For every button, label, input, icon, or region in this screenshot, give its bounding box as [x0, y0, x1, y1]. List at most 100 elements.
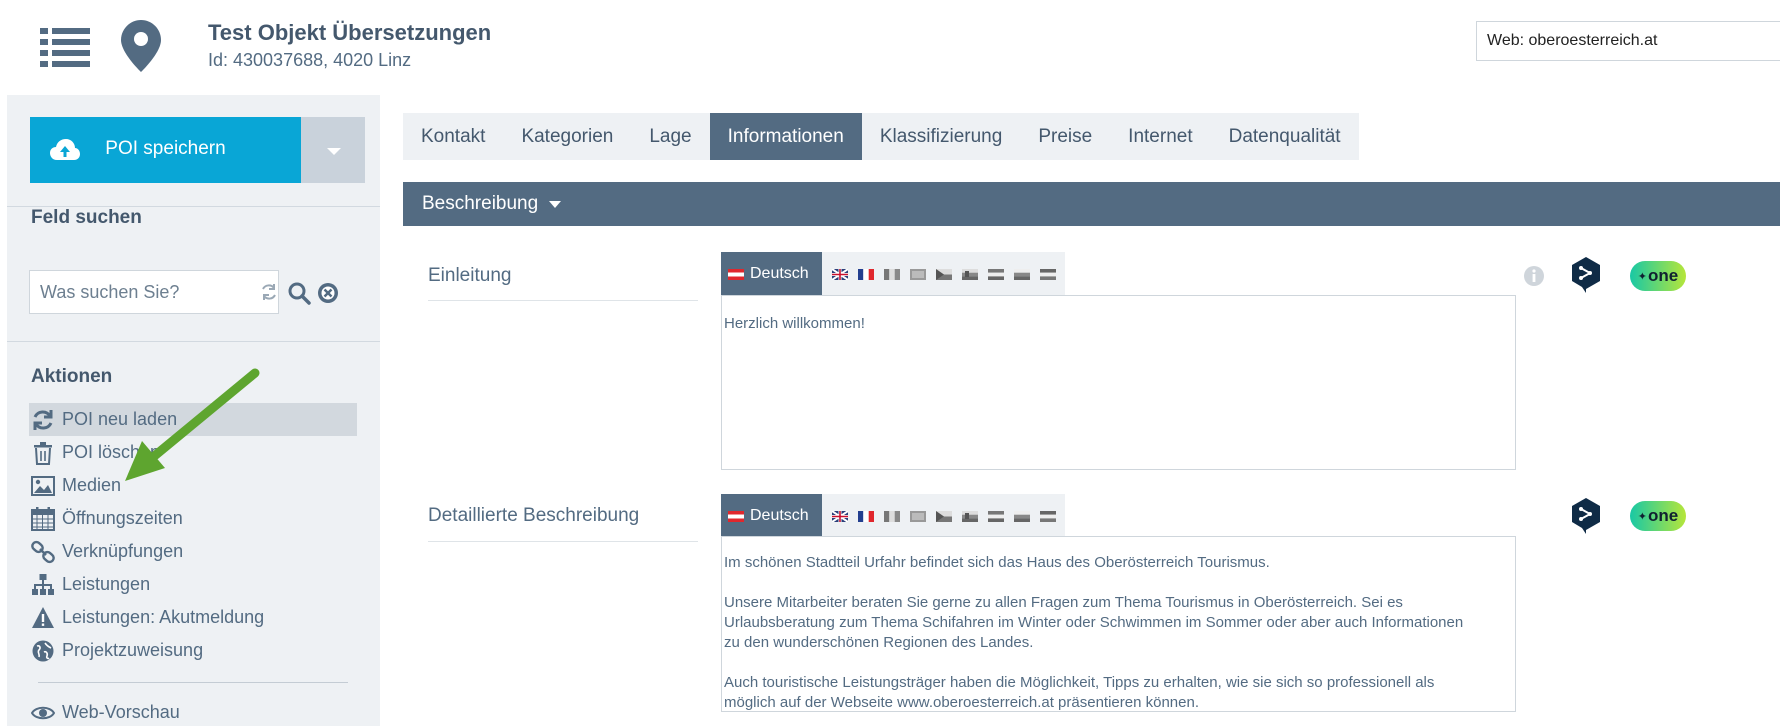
tab-kategorien[interactable]: Kategorien [503, 113, 631, 160]
action-links[interactable]: Verknüpfungen [29, 535, 357, 568]
web-select[interactable]: Web: oberoesterreich.at [1476, 21, 1780, 61]
one-ai-button[interactable]: ✦ one [1630, 501, 1686, 531]
action-label: Medien [62, 475, 122, 495]
croatia-flag-icon[interactable] [1040, 268, 1056, 280]
eye-icon [31, 706, 55, 719]
tab-internet[interactable]: Internet [1110, 113, 1210, 160]
divider [428, 300, 698, 301]
sidebar: POI speichern Feld suchen Aktionen PO [7, 95, 380, 726]
text-paragraph: Unsere Mitarbeiter beraten Sie gerne zu … [724, 594, 1464, 651]
action-label: Leistungen [62, 574, 151, 594]
croatia-flag-icon[interactable] [1040, 510, 1056, 522]
slovenia-flag-icon[interactable] [1014, 268, 1030, 280]
tab-preise[interactable]: Preise [1020, 113, 1110, 160]
action-reload-poi[interactable]: POI neu laden [29, 403, 357, 436]
tab-informationen[interactable]: Informationen [709, 113, 862, 160]
uk-flag-icon[interactable] [832, 510, 848, 522]
tab-bar: Kontakt Kategorien Lage Informationen Kl… [403, 113, 1359, 160]
action-services-alert[interactable]: Leistungen: Akutmeldung [29, 601, 357, 634]
search-field[interactable] [29, 270, 279, 314]
search-icon[interactable] [287, 281, 311, 305]
save-dropdown-button[interactable] [301, 117, 365, 183]
lang-label: Deutsch [750, 265, 809, 282]
caret-down-icon [549, 200, 562, 208]
italy-flag-icon[interactable] [884, 510, 900, 522]
calendar-icon [31, 506, 55, 531]
language-flags [822, 494, 1061, 538]
action-label: Leistungen: Akutmeldung [62, 607, 265, 627]
tab-lage[interactable]: Lage [631, 113, 709, 160]
page-title: Test Objekt Übersetzungen [208, 20, 492, 45]
info-icon[interactable] [1523, 265, 1545, 287]
deepl-translate-icon[interactable] [1570, 497, 1602, 535]
action-label: Verknüpfungen [62, 541, 184, 561]
sparkle-icon: ✦ [1637, 510, 1647, 523]
map-pin-icon [121, 20, 161, 72]
language-flags [822, 252, 1061, 296]
action-label: Öffnungszeiten [62, 508, 183, 528]
section-header-beschreibung[interactable]: Beschreibung [403, 182, 1780, 226]
slovakia-flag-icon[interactable] [962, 510, 978, 522]
sparkle-icon: ✦ [1637, 270, 1647, 283]
sitemap-icon [32, 573, 54, 595]
france-flag-icon[interactable] [858, 268, 874, 280]
divider [7, 341, 380, 342]
hungary-flag-icon[interactable] [988, 510, 1004, 522]
austria-flag-icon [728, 510, 744, 522]
lang-tab-deutsch[interactable]: Deutsch [721, 494, 822, 538]
tab-klassifizierung[interactable]: Klassifizierung [862, 113, 1021, 160]
einleitung-textarea[interactable]: Herzlich willkommen! [721, 295, 1516, 470]
one-label: one [1647, 266, 1679, 285]
page-subtitle: Id: 430037688, 4020 Linz [208, 50, 412, 70]
list-menu-icon[interactable] [40, 26, 90, 68]
netherlands-flag-icon[interactable] [910, 510, 926, 522]
section-label: Beschreibung [422, 193, 539, 214]
search-input[interactable] [30, 271, 230, 313]
action-opening-hours[interactable]: Öffnungszeiten [29, 502, 357, 535]
slovenia-flag-icon[interactable] [1014, 510, 1030, 522]
refresh-icon[interactable] [260, 283, 278, 301]
action-label: POI löschen [62, 442, 161, 462]
austria-flag-icon [728, 268, 744, 280]
language-bar: Deutsch [721, 494, 1065, 538]
action-project-assignment[interactable]: Projektzuweisung [29, 634, 357, 667]
action-web-preview[interactable]: Web-Vorschau [29, 696, 357, 726]
slovakia-flag-icon[interactable] [962, 268, 978, 280]
link-icon [31, 540, 55, 563]
uk-flag-icon[interactable] [832, 268, 848, 280]
lang-tab-deutsch[interactable]: Deutsch [721, 252, 822, 296]
czech-flag-icon[interactable] [936, 268, 952, 280]
action-label: Web-Vorschau [62, 702, 180, 722]
text-paragraph: Auch touristische Leistungsträger haben … [724, 674, 1435, 711]
text-paragraph: Im schönen Stadtteil Urfahr befindet sic… [724, 554, 1270, 571]
france-flag-icon[interactable] [858, 510, 874, 522]
lang-label: Deutsch [750, 507, 809, 524]
divider [38, 682, 348, 683]
save-poi-button[interactable]: POI speichern [30, 117, 301, 183]
deepl-translate-icon[interactable] [1570, 256, 1602, 294]
language-bar: Deutsch [721, 252, 1065, 296]
clear-search-icon[interactable] [316, 281, 340, 305]
field-label-einleitung: Einleitung [428, 265, 512, 286]
trash-icon [34, 441, 52, 465]
image-icon [31, 475, 55, 496]
action-services[interactable]: Leistungen [29, 568, 357, 601]
action-media[interactable]: Medien [29, 469, 357, 502]
one-ai-button[interactable]: ✦ one [1630, 261, 1686, 291]
field-label-detaillierte-beschreibung: Detaillierte Beschreibung [428, 505, 640, 526]
search-heading: Feld suchen [31, 207, 142, 228]
action-delete-poi[interactable]: POI löschen [29, 436, 357, 469]
italy-flag-icon[interactable] [884, 268, 900, 280]
globe-icon [32, 640, 54, 661]
action-label: POI neu laden [62, 409, 178, 429]
netherlands-flag-icon[interactable] [910, 268, 926, 280]
one-label: one [1647, 506, 1679, 525]
actions-heading: Aktionen [31, 366, 113, 387]
tab-datenqualitaet[interactable]: Datenqualität [1211, 113, 1359, 160]
czech-flag-icon[interactable] [936, 510, 952, 522]
chevron-down-icon [327, 148, 341, 155]
warning-icon [32, 606, 54, 628]
hungary-flag-icon[interactable] [988, 268, 1004, 280]
detaillierte-beschreibung-textarea[interactable]: Im schönen Stadtteil Urfahr befindet sic… [721, 536, 1516, 712]
tab-kontakt[interactable]: Kontakt [403, 113, 503, 160]
